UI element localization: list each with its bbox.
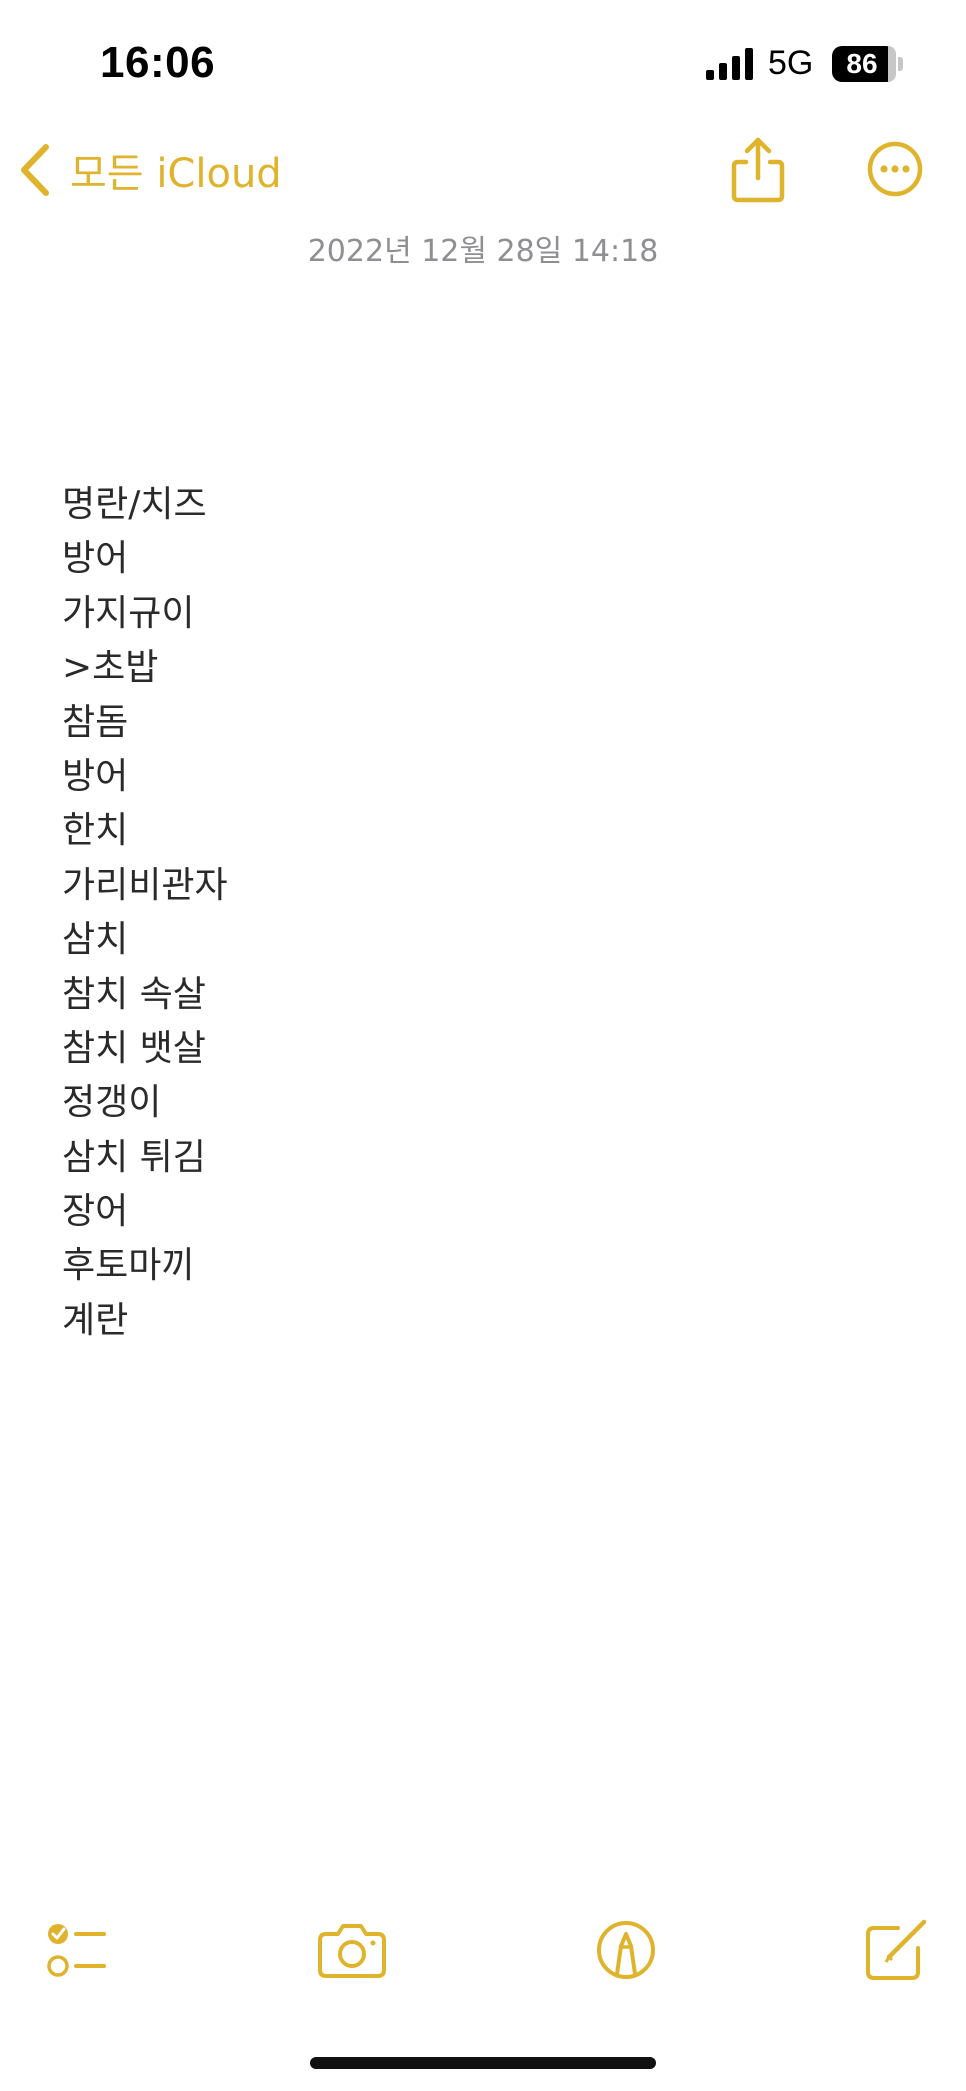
note-line: 삼치 튀김 bbox=[62, 1136, 206, 1178]
status-time: 16:06 bbox=[100, 38, 216, 87]
note-line: 계란 bbox=[62, 1299, 129, 1341]
bottom-toolbar bbox=[0, 1910, 966, 2000]
checklist-icon bbox=[47, 1924, 106, 1977]
note-timestamp: 2022년 12월 28일 14:18 bbox=[307, 234, 659, 269]
note-line: 명란/치즈 bbox=[62, 484, 207, 525]
note-line: 참돔 bbox=[62, 701, 129, 743]
ellipsis-circle-icon bbox=[867, 141, 923, 197]
note-line: 삼치 bbox=[62, 919, 129, 961]
markup-pen-icon bbox=[597, 1921, 655, 1979]
note-line: 후토마끼 bbox=[62, 1245, 195, 1287]
camera-icon bbox=[318, 1924, 386, 1978]
note-line: 한치 bbox=[62, 810, 129, 852]
note-line: 참치 속살 bbox=[62, 973, 206, 1015]
note-line: 방어 bbox=[62, 538, 129, 580]
back-button-label: 모든 iCloud bbox=[70, 151, 282, 197]
home-indicator[interactable] bbox=[310, 2057, 656, 2069]
share-button[interactable] bbox=[728, 136, 788, 204]
compose-icon bbox=[866, 1919, 927, 1980]
camera-button[interactable] bbox=[312, 1910, 392, 1990]
compose-button[interactable] bbox=[856, 1910, 936, 1990]
markup-button[interactable] bbox=[586, 1910, 666, 1990]
network-type-label: 5G bbox=[768, 44, 814, 82]
more-options-button[interactable] bbox=[866, 140, 924, 198]
cellular-signal-icon bbox=[706, 48, 753, 80]
note-line: 정갱이 bbox=[62, 1082, 162, 1124]
note-line: >초밥 bbox=[62, 647, 159, 689]
note-line: 가리비관자 bbox=[62, 864, 228, 906]
battery-level: 86 bbox=[846, 48, 878, 79]
share-icon bbox=[731, 137, 785, 203]
note-body[interactable]: 명란/치즈 방어 가지규이 >초밥 참돔 방어 한치 가리비관자 삼치 참치 속살 참치 뱃살 정갱이… bbox=[62, 478, 922, 1348]
note-line: 참치 뱃살 bbox=[62, 1027, 206, 1069]
note-line: 가지규이 bbox=[62, 592, 195, 634]
note-line: 장어 bbox=[62, 1191, 129, 1233]
status-bar: 16:06 5G 86 bbox=[0, 0, 966, 110]
battery-icon: 86 bbox=[832, 46, 904, 82]
back-button[interactable]: 모든 iCloud bbox=[18, 138, 282, 202]
chevron-left-icon bbox=[21, 144, 49, 196]
checklist-button[interactable] bbox=[38, 1910, 118, 1990]
note-line: 방어 bbox=[62, 755, 129, 797]
navigation-bar: 모든 iCloud bbox=[0, 120, 966, 220]
